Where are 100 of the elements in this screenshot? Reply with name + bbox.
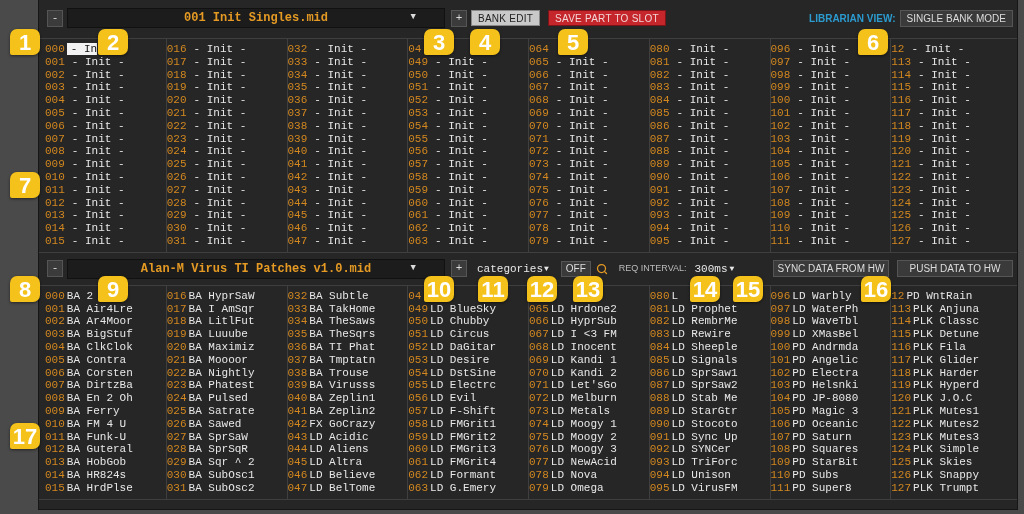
patch-slot[interactable]: 096 - Init - xyxy=(770,43,851,56)
patch-slot[interactable]: 091 LD Sync Up xyxy=(649,430,738,444)
patch-slot[interactable]: 081 - Init - xyxy=(649,55,730,69)
patch-slot[interactable]: 04 xyxy=(408,43,422,56)
patch-slot[interactable]: 105 - Init - xyxy=(770,158,851,171)
patch-slot[interactable]: 032 BA Subtle xyxy=(287,289,369,303)
patch-slot[interactable]: 072 - Init - xyxy=(529,145,609,159)
patch-slot[interactable]: 066 LD HyprSub xyxy=(529,315,617,329)
patch-slot[interactable]: 067 LD I <3 FM xyxy=(529,328,617,341)
patch-slot[interactable]: 063 - Init - xyxy=(408,234,488,248)
patch-slot[interactable]: 120 - Init - xyxy=(891,145,971,159)
patch-slot[interactable]: 050 - Init - xyxy=(408,68,488,82)
patch-slot[interactable]: 003 - Init - xyxy=(45,81,125,95)
patch-slot[interactable]: 018 BA LitlFut xyxy=(166,315,255,329)
patch-slot[interactable]: 107 - Init - xyxy=(770,183,851,197)
patch-slot[interactable]: 037 - Init - xyxy=(287,107,368,120)
patch-slot[interactable]: 037 BA Tmptatn xyxy=(287,353,376,367)
patch-slot[interactable]: 001 - Init - xyxy=(45,55,125,69)
patch-slot[interactable]: 035 - Init - xyxy=(287,81,368,95)
patch-slot[interactable]: 071 LD Let'sGo xyxy=(529,379,617,393)
patch-slot[interactable]: 077 - Init - xyxy=(529,209,609,223)
patch-slot[interactable]: 006 BA Corsten xyxy=(45,366,133,380)
patch-slot[interactable]: 052 - Init - xyxy=(408,94,488,107)
patch-slot[interactable]: 000 BA 2 xyxy=(45,289,94,303)
patch-slot[interactable]: 087 LD SprSaw2 xyxy=(649,379,738,393)
patch-slot[interactable]: 002 BA Ar4Moor xyxy=(45,315,133,329)
patch-slot[interactable]: 002 - Init - xyxy=(45,68,125,82)
patch-slot[interactable]: 026 BA Sawed xyxy=(166,417,242,431)
patch-slot[interactable]: 014 - Init - xyxy=(45,222,125,235)
patch-slot[interactable]: 117 - Init - xyxy=(891,107,971,120)
patch-slot[interactable]: 030 BA SubOsc1 xyxy=(166,468,255,482)
patch-slot[interactable]: 019 BA Luuube xyxy=(166,328,248,341)
patch-slot[interactable]: 027 - Init - xyxy=(166,183,247,197)
patch-slot[interactable]: 029 BA Sqr ^ 2 xyxy=(166,456,255,469)
patch-slot[interactable]: 089 LD StarGtr xyxy=(649,404,738,418)
patch-slot[interactable]: 098 LD WaveTbl xyxy=(770,315,859,329)
patch-slot[interactable]: 069 - Init - xyxy=(529,107,609,120)
patch-slot[interactable]: 062 - Init - xyxy=(408,222,488,235)
patch-slot[interactable]: 014 BA HR824s xyxy=(45,468,127,482)
patch-slot[interactable]: 111 PD Super8 xyxy=(770,481,852,495)
patch-slot[interactable]: 058 LD FMGrit1 xyxy=(408,417,497,431)
patch-slot[interactable]: 013 - Init - xyxy=(45,209,125,223)
patch-slot[interactable]: 024 BA Pulsed xyxy=(166,392,248,405)
patch-slot[interactable]: 042 - Init - xyxy=(287,170,368,184)
patch-slot[interactable]: 122 - Init - xyxy=(891,170,971,184)
patch-slot[interactable]: 025 - Init - xyxy=(166,158,247,171)
patch-slot[interactable]: 111 - Init - xyxy=(770,234,851,248)
patch-slot[interactable]: 116 - Init - xyxy=(891,94,971,107)
patch-slot[interactable]: 066 - Init - xyxy=(529,68,609,82)
patch-slot[interactable]: 072 LD Melburn xyxy=(529,392,617,405)
patch-slot[interactable]: 107 PD Saturn xyxy=(770,430,852,444)
patch-slot[interactable]: 127 PLK Trumpt xyxy=(891,481,980,495)
patch-slot[interactable]: 106 PD Oceanic xyxy=(770,417,859,431)
patch-slot[interactable]: 102 PD Electra xyxy=(770,366,859,380)
patch-slot[interactable]: 070 - Init - xyxy=(529,119,609,133)
patch-slot[interactable]: 036 BA TI Phat xyxy=(287,340,376,354)
patch-slot[interactable]: 030 - Init - xyxy=(166,222,247,235)
patch-slot[interactable]: 12 PD WntRain xyxy=(891,289,973,303)
patch-slot[interactable]: 001 BA Air4Lre xyxy=(45,302,133,316)
patch-slot[interactable]: 108 PD Squares xyxy=(770,443,859,457)
patch-slot[interactable]: 034 BA TheSaws xyxy=(287,315,376,329)
patch-slot[interactable]: 043 LD Acidic xyxy=(287,430,369,444)
patch-slot[interactable]: 055 - Init - xyxy=(408,132,488,146)
save-part-button[interactable]: SAVE PART TO SLOT xyxy=(548,10,666,26)
patch-slot[interactable]: 118 - Init - xyxy=(891,119,971,133)
patch-slot[interactable]: 053 - Init - xyxy=(408,107,488,120)
patch-slot[interactable]: 075 - Init - xyxy=(529,183,609,197)
patch-slot[interactable]: 115 PLK Detune xyxy=(891,328,980,341)
patch-slot[interactable]: 086 - Init - xyxy=(649,119,730,133)
patch-slot[interactable]: 007 - Init - xyxy=(45,132,125,146)
patch-slot[interactable]: 104 PD JP-8080 xyxy=(770,392,859,405)
patch-slot[interactable]: 102 - Init - xyxy=(770,119,851,133)
patch-slot[interactable]: 117 PLK Glider xyxy=(891,353,980,367)
patch-slot[interactable]: 058 - Init - xyxy=(408,170,488,184)
patch-slot[interactable]: 125 PLK Skies xyxy=(891,456,973,469)
patch-slot[interactable]: 003 BA BigStuf xyxy=(45,328,133,341)
patch-slot[interactable]: 028 BA SprSqR xyxy=(166,443,248,457)
interval-dropdown[interactable]: 300ms ▼ xyxy=(694,260,735,278)
push-button[interactable]: PUSH DATA TO HW xyxy=(897,260,1013,278)
patch-slot[interactable]: 029 - Init - xyxy=(166,209,247,223)
patch-slot[interactable]: 049 LD BlueSky xyxy=(408,302,497,316)
patch-slot[interactable]: 108 - Init - xyxy=(770,196,851,210)
patch-slot[interactable]: 006 - Init - xyxy=(45,119,125,133)
patch-slot[interactable]: 077 LD NewAcid xyxy=(529,456,617,469)
patch-slot[interactable]: 097 - Init - xyxy=(770,55,851,69)
patch-slot[interactable]: 009 - Init - xyxy=(45,158,125,171)
patch-slot[interactable]: 022 BA Nightly xyxy=(166,366,255,380)
patch-slot[interactable]: 078 - Init - xyxy=(529,222,609,235)
patch-slot[interactable]: 083 LD Rewire xyxy=(649,328,731,341)
patch-slot[interactable]: 092 LD SYNCer xyxy=(649,443,731,457)
patch-slot[interactable]: 085 - Init - xyxy=(649,107,730,120)
patch-slot[interactable]: 004 - Init - xyxy=(45,94,125,107)
patch-slot[interactable]: 084 - Init - xyxy=(649,94,730,107)
patch-slot[interactable]: 088 LD Stab Me xyxy=(649,392,738,405)
patch-slot[interactable]: 038 BA Trouse xyxy=(287,366,369,380)
patch-slot[interactable]: 114 PLK Classc xyxy=(891,315,980,329)
bank-file-dropdown[interactable]: Alan-M Virus TI Patches v1.0.mid ▼ xyxy=(67,258,445,279)
patch-slot[interactable]: 070 LD Kandi 2 xyxy=(529,366,617,380)
patch-slot[interactable]: 051 - Init - xyxy=(408,81,488,95)
patch-slot[interactable]: 123 PLK Mutes3 xyxy=(891,430,980,444)
